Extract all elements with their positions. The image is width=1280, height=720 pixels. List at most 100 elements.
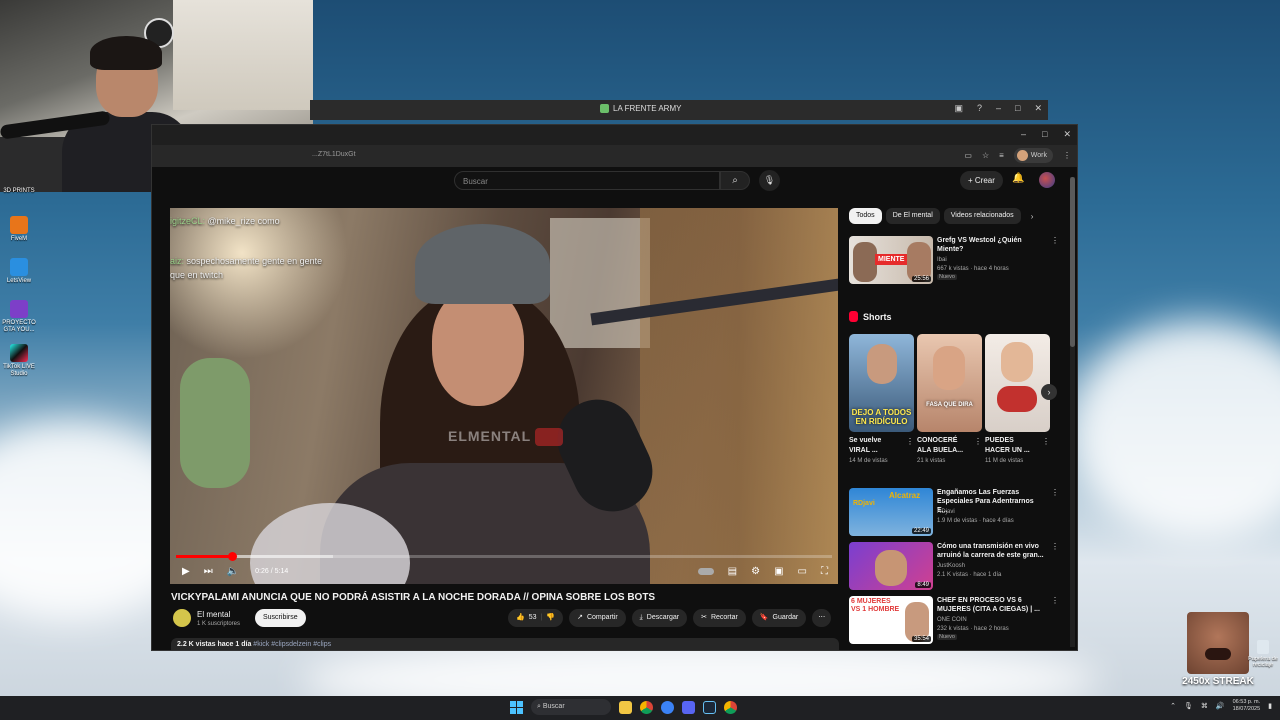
video-thumbnail[interactable]: Alcatraz RDjavi 22:49 [849,488,933,536]
play-icon[interactable]: ▶ [182,566,190,577]
channel-name[interactable]: Ibai [937,256,947,264]
account-avatar[interactable] [1039,172,1055,188]
chevron-right-icon[interactable]: › [1031,212,1034,221]
related-video[interactable]: 6 MUJERES VS 1 HOMBRE 35:54 CHEF EN PROC… [849,596,1059,646]
shorts-next-button[interactable]: › [1041,384,1057,400]
video-player[interactable]: igitzeCL: @mike_rize como aiz: sospechos… [170,208,838,584]
more-actions-button[interactable]: ⋯ [812,609,832,627]
help-icon[interactable]: ? [977,103,982,114]
more-options-icon[interactable]: ⋮ [1051,488,1059,497]
maximize-button[interactable]: □ [1042,129,1047,140]
more-options-icon[interactable]: ⋮ [906,437,914,446]
video-thumbnail[interactable]: 8:49 [849,542,933,590]
chevron-up-icon[interactable]: ⌃ [1170,702,1176,710]
steam-icon[interactable] [703,700,716,714]
desktop-icon-letsview[interactable]: LetsView [2,258,36,285]
short-item[interactable]: PUEDES HACER UN ... 11 M de vistas ⋮ [985,334,1050,474]
video-title[interactable]: CHEF EN PROCESO VS 6 MUJERES (CITA A CIE… [937,596,1045,614]
desktop-icon-fivem[interactable]: FiveM [2,216,36,243]
voice-search-button[interactable]: 🎙 [759,170,780,191]
video-title[interactable]: Grefg VS Westcol ¿Quién Miente? [937,236,1045,254]
page-scrollbar[interactable] [1070,177,1075,647]
short-title[interactable]: Se vuelve VIRAL ... [849,436,901,456]
volume-icon[interactable]: 🔊 [1216,702,1225,710]
notifications-bell-icon[interactable]: 🔔 [1012,173,1024,184]
related-video[interactable]: Alcatraz RDjavi 22:49 Engañamos Las Fuer… [849,488,1059,538]
clock[interactable]: 06:53 p. m. 18/07/2025 [1233,699,1261,713]
microphone-icon[interactable]: 🎙 [1184,702,1193,710]
minimize-button[interactable]: – [1021,129,1026,140]
short-thumbnail[interactable]: DEJO A TODOS EN RIDÍCULO [849,334,914,432]
miniplayer-icon[interactable]: ▣ [774,566,783,577]
start-windows-icon[interactable] [510,700,523,714]
more-options-icon[interactable]: ⋮ [1051,596,1059,605]
search-button[interactable]: ⌕ [720,171,750,190]
download-button[interactable]: ⤓ Descargar [631,609,688,627]
url-text[interactable]: ...Z7tL1DuxGt [312,151,356,158]
scrollbar-thumb[interactable] [1070,177,1075,347]
network-icon[interactable]: ⌘ [1201,702,1208,710]
short-title[interactable]: PUEDES HACER UN ... [985,436,1037,456]
profile-button[interactable]: Work [1013,148,1053,163]
video-title[interactable]: Cómo una transmisión en vivo arruinó la … [937,542,1045,560]
taskbar-search-input[interactable]: ⌕ Buscar [531,699,611,715]
chrome-icon[interactable] [640,700,653,714]
volume-icon[interactable]: 🔈 [227,566,239,577]
more-options-icon[interactable]: ⋮ [1051,236,1059,245]
desktop-icon-recycle-bin[interactable]: Papelera de reciclaje [1248,640,1278,668]
autoplay-toggle[interactable] [697,568,714,575]
channel-name[interactable]: El mental [197,610,230,619]
progress-bar[interactable] [176,552,832,561]
video-thumbnail[interactable]: 6 MUJERES VS 1 HOMBRE 35:54 [849,596,933,644]
tab-bar[interactable]: – □ ✕ [152,125,1077,145]
create-button[interactable]: + Crear [960,171,1003,190]
screen-icon[interactable]: ▣ [954,103,963,114]
next-icon[interactable]: ⏭ [204,566,213,577]
subscribe-button[interactable]: Suscribirse [255,609,306,627]
channel-name[interactable]: JustKoosh [937,562,965,570]
save-button[interactable]: 🔖 Guardar [751,609,807,627]
more-options-icon[interactable]: ⋮ [974,437,982,446]
related-video[interactable]: 8:49 Cómo una transmisión en vivo arruin… [849,542,1059,592]
video-thumbnail[interactable]: MIENTE 25:56 [849,236,933,284]
maximize-button[interactable]: □ [1015,103,1020,114]
search-input[interactable]: Buscar [454,171,720,190]
channel-name[interactable]: ONE COIN [937,616,967,624]
settings-gear-icon[interactable]: ⚙ [751,566,760,577]
hashtags[interactable]: #kick #clipsdelzein #clips [253,641,331,648]
chip-de-el-mental[interactable]: De El mental [885,208,940,224]
like-button[interactable]: 👍 53 | 👎 [508,609,564,627]
channel-name[interactable]: RDjavi [937,508,955,516]
bookmark-star-icon[interactable]: ☆ [982,151,989,160]
chip-videos-relacionados[interactable]: Videos relacionados [943,208,1021,224]
channel-avatar[interactable] [173,609,191,627]
media-control-icon[interactable]: ≡ [999,151,1004,160]
theater-mode-icon[interactable]: ▭ [798,566,807,577]
notification-icon[interactable]: ▮ [1268,702,1272,710]
short-thumbnail[interactable] [985,334,1050,432]
description-box[interactable]: 2.2 K vistas hace 1 día #kick #clipsdelz… [171,638,839,650]
short-title[interactable]: CONOCERÉ ALA BUELA... [917,436,969,456]
close-button[interactable]: ✕ [1063,129,1071,140]
desktop-icon-proyecto[interactable]: PROYECTO GTA YOU... [2,300,36,334]
app-icon[interactable] [661,700,674,714]
discord-icon[interactable] [682,700,695,714]
subtitles-icon[interactable]: ▤ [728,566,737,577]
background-window-titlebar[interactable]: LA FRENTE ARMY ▣ ? – □ ✕ [310,100,1048,120]
more-options-icon[interactable]: ⋮ [1042,437,1050,446]
cast-icon[interactable]: ▭ [964,151,972,160]
more-options-icon[interactable]: ⋮ [1051,542,1059,551]
related-video[interactable]: MIENTE 25:56 Grefg VS Westcol ¿Quién Mie… [849,236,1059,286]
desktop-icon-3d-prints[interactable]: 3D PRINTS [2,188,36,195]
clip-button[interactable]: ✂ Recortar [693,609,746,627]
address-bar[interactable]: ...Z7tL1DuxGt ▭ ☆ ≡ Work ⋮ [152,145,1077,167]
share-button[interactable]: ↗ Compartir [569,609,626,627]
short-thumbnail[interactable]: FASA QUE DIRA [917,334,982,432]
short-item[interactable]: DEJO A TODOS EN RIDÍCULO Se vuelve VIRAL… [849,334,914,474]
thumbs-down-icon[interactable]: 👎 [546,609,555,627]
desktop-icon-tiktok[interactable]: TikTok LIVE Studio [2,344,36,378]
file-explorer-icon[interactable] [619,700,632,714]
close-button[interactable]: ✕ [1034,103,1042,114]
chip-todos[interactable]: Todos [849,208,882,224]
chrome-icon[interactable] [724,700,737,714]
